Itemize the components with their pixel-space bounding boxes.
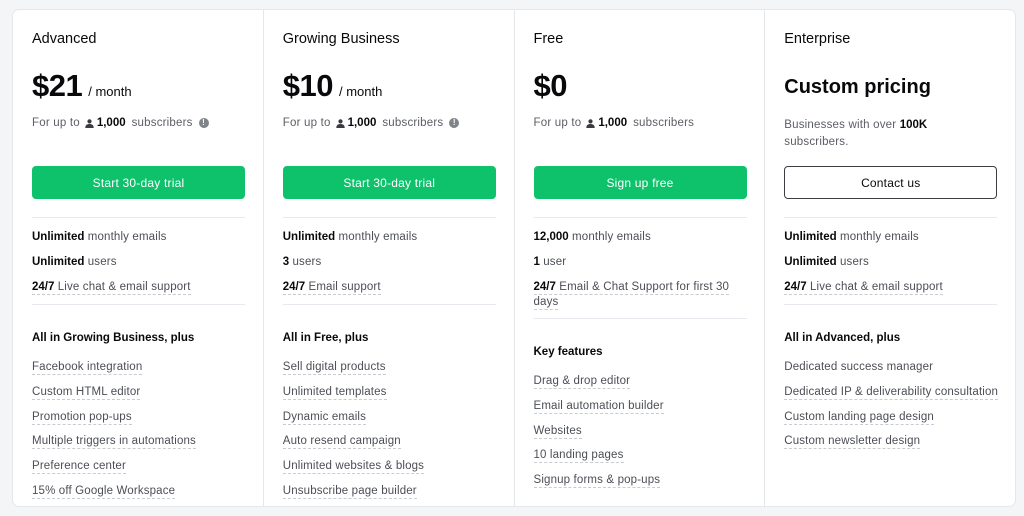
plan-price: $0 — [533, 68, 568, 103]
subscriber-suffix: subscribers — [633, 117, 695, 129]
plan-free: Free $0 For up to 1,000 subscribers Sign… — [515, 10, 766, 506]
feature-item[interactable]: Facebook integration — [32, 360, 252, 375]
contact-us-button[interactable]: Contact us — [784, 166, 998, 199]
price-period: / month — [338, 84, 383, 99]
subscriber-suffix: subscribers — [131, 117, 193, 129]
divider — [32, 217, 245, 218]
divider — [282, 304, 496, 305]
feature-item[interactable]: Websites — [533, 424, 754, 439]
divider — [32, 304, 245, 305]
info-icon[interactable]: ! — [198, 118, 209, 128]
feature-item[interactable]: Custom HTML editor — [32, 385, 252, 400]
feature-item[interactable]: Multiple triggers in automations — [32, 434, 252, 450]
sign-up-free-button[interactable]: Sign up free — [533, 166, 747, 199]
features-heading: All in Free, plus — [282, 332, 369, 344]
feature-item[interactable]: Preference center — [32, 459, 252, 475]
feature-item[interactable]: Drag & drop editor — [533, 374, 754, 389]
start-trial-button[interactable]: Start 30-day trial — [32, 166, 245, 199]
feature-item[interactable]: 10 landing pages — [533, 448, 754, 464]
feature-item[interactable]: Unlimited websites & blogs — [282, 459, 503, 475]
subscriber-count: 1,000 — [598, 117, 628, 129]
price-row: Custom pricing — [784, 76, 931, 99]
plan-name: Advanced — [32, 31, 97, 47]
features-heading: Key features — [533, 346, 603, 358]
plan-limits: Unlimited monthly emails Unlimited users… — [32, 230, 245, 304]
divider — [282, 217, 496, 218]
feature-list: Drag & drop editor Email automation buil… — [533, 374, 754, 498]
feature-item[interactable]: 15% off Google Workspace — [32, 484, 252, 499]
plan-enterprise: Enterprise Custom pricing Businesses wit… — [765, 10, 1015, 506]
feature-item[interactable]: Promotion pop-ups — [32, 410, 252, 425]
limit-emails: 12,000 monthly emails — [533, 231, 651, 243]
plan-price: $21 — [32, 68, 83, 103]
feature-item[interactable]: Signup forms & pop-ups — [533, 473, 754, 489]
pricing-table: Advanced $21 / month For up to 1,000 sub… — [12, 9, 1016, 507]
user-icon — [85, 118, 94, 128]
limit-support[interactable]: 24/7 Live chat & email support — [784, 280, 997, 295]
feature-item[interactable]: Custom newsletter design — [784, 434, 1004, 450]
user-icon — [586, 118, 596, 128]
plan-name: Enterprise — [784, 31, 851, 47]
limit-emails: Unlimited monthly emails — [32, 231, 167, 243]
plan-price: Custom pricing — [784, 76, 931, 98]
price-row: $10 / month — [283, 68, 383, 104]
divider — [533, 318, 747, 319]
subscriber-suffix: subscribers — [382, 117, 444, 129]
price-row: $0 — [533, 68, 568, 104]
features-heading: All in Advanced, plus — [784, 332, 901, 344]
subscriber-prefix: For up to — [32, 117, 80, 129]
feature-list: Dedicated success manager Dedicated IP &… — [784, 360, 1004, 459]
feature-item[interactable]: Unlimited templates — [282, 385, 503, 400]
price-row: $21 / month — [32, 68, 132, 104]
plan-limits: 12,000 monthly emails 1 user 24/7 Email … — [533, 230, 747, 320]
feature-item[interactable]: Dynamic emails — [282, 410, 503, 425]
limit-users: 3 users — [282, 255, 322, 268]
subscriber-count: 1,000 — [347, 117, 377, 129]
feature-item[interactable]: Unsubscribe page builder — [282, 484, 503, 499]
feature-item[interactable]: Sell digital products — [282, 360, 503, 375]
subscriber-limit: For up to 1,000 subscribers ! — [283, 117, 460, 129]
start-trial-button[interactable]: Start 30-day trial — [282, 166, 496, 199]
limit-users: 1 user — [533, 255, 567, 268]
plan-description: Businesses with over 100K subscribers. — [784, 119, 928, 148]
price-period: / month — [88, 84, 132, 99]
divider — [784, 304, 998, 305]
divider — [533, 217, 747, 218]
feature-item: Dedicated success manager — [784, 361, 934, 373]
limit-users: Unlimited users — [32, 255, 117, 268]
subscriber-prefix: For up to — [282, 117, 331, 129]
user-icon — [335, 118, 345, 128]
limit-support[interactable]: 24/7 Email support — [282, 280, 496, 295]
subscriber-count: 1,000 — [96, 117, 126, 129]
limit-emails: Unlimited monthly emails — [282, 231, 418, 243]
feature-list: Facebook integration Custom HTML editor … — [32, 360, 252, 506]
plan-name: Growing Business — [282, 31, 400, 47]
limit-support[interactable]: 24/7 Live chat & email support — [32, 280, 245, 295]
feature-item[interactable]: Auto resend campaign — [282, 434, 503, 450]
subscriber-limit: For up to 1,000 subscribers ! — [32, 117, 209, 129]
limit-support[interactable]: 24/7 Email & Chat Support for first 30 d… — [533, 280, 747, 310]
info-icon[interactable]: ! — [449, 118, 460, 128]
subscriber-limit: For up to 1,000 subscribers — [534, 117, 695, 129]
plan-growing-business: Growing Business $10 / month For up to 1… — [264, 10, 515, 506]
limit-emails: Unlimited monthly emails — [784, 231, 919, 243]
subscriber-prefix: For up to — [533, 117, 582, 129]
divider — [784, 217, 998, 218]
plan-advanced: Advanced $21 / month For up to 1,000 sub… — [13, 10, 264, 506]
feature-item[interactable]: Email automation builder — [533, 399, 754, 414]
limit-users: Unlimited users — [784, 255, 869, 268]
feature-item[interactable]: Custom landing page design — [784, 410, 1004, 425]
feature-item[interactable]: Dedicated IP & deliverability consultati… — [784, 385, 1004, 400]
features-heading: All in Growing Business, plus — [32, 332, 195, 344]
plan-limits: Unlimited monthly emails Unlimited users… — [784, 230, 997, 304]
plan-price: $10 — [282, 68, 334, 103]
plan-limits: Unlimited monthly emails 3 users 24/7 Em… — [282, 230, 496, 304]
plan-name: Free — [533, 31, 564, 47]
feature-list: Sell digital products Unlimited template… — [282, 360, 503, 506]
